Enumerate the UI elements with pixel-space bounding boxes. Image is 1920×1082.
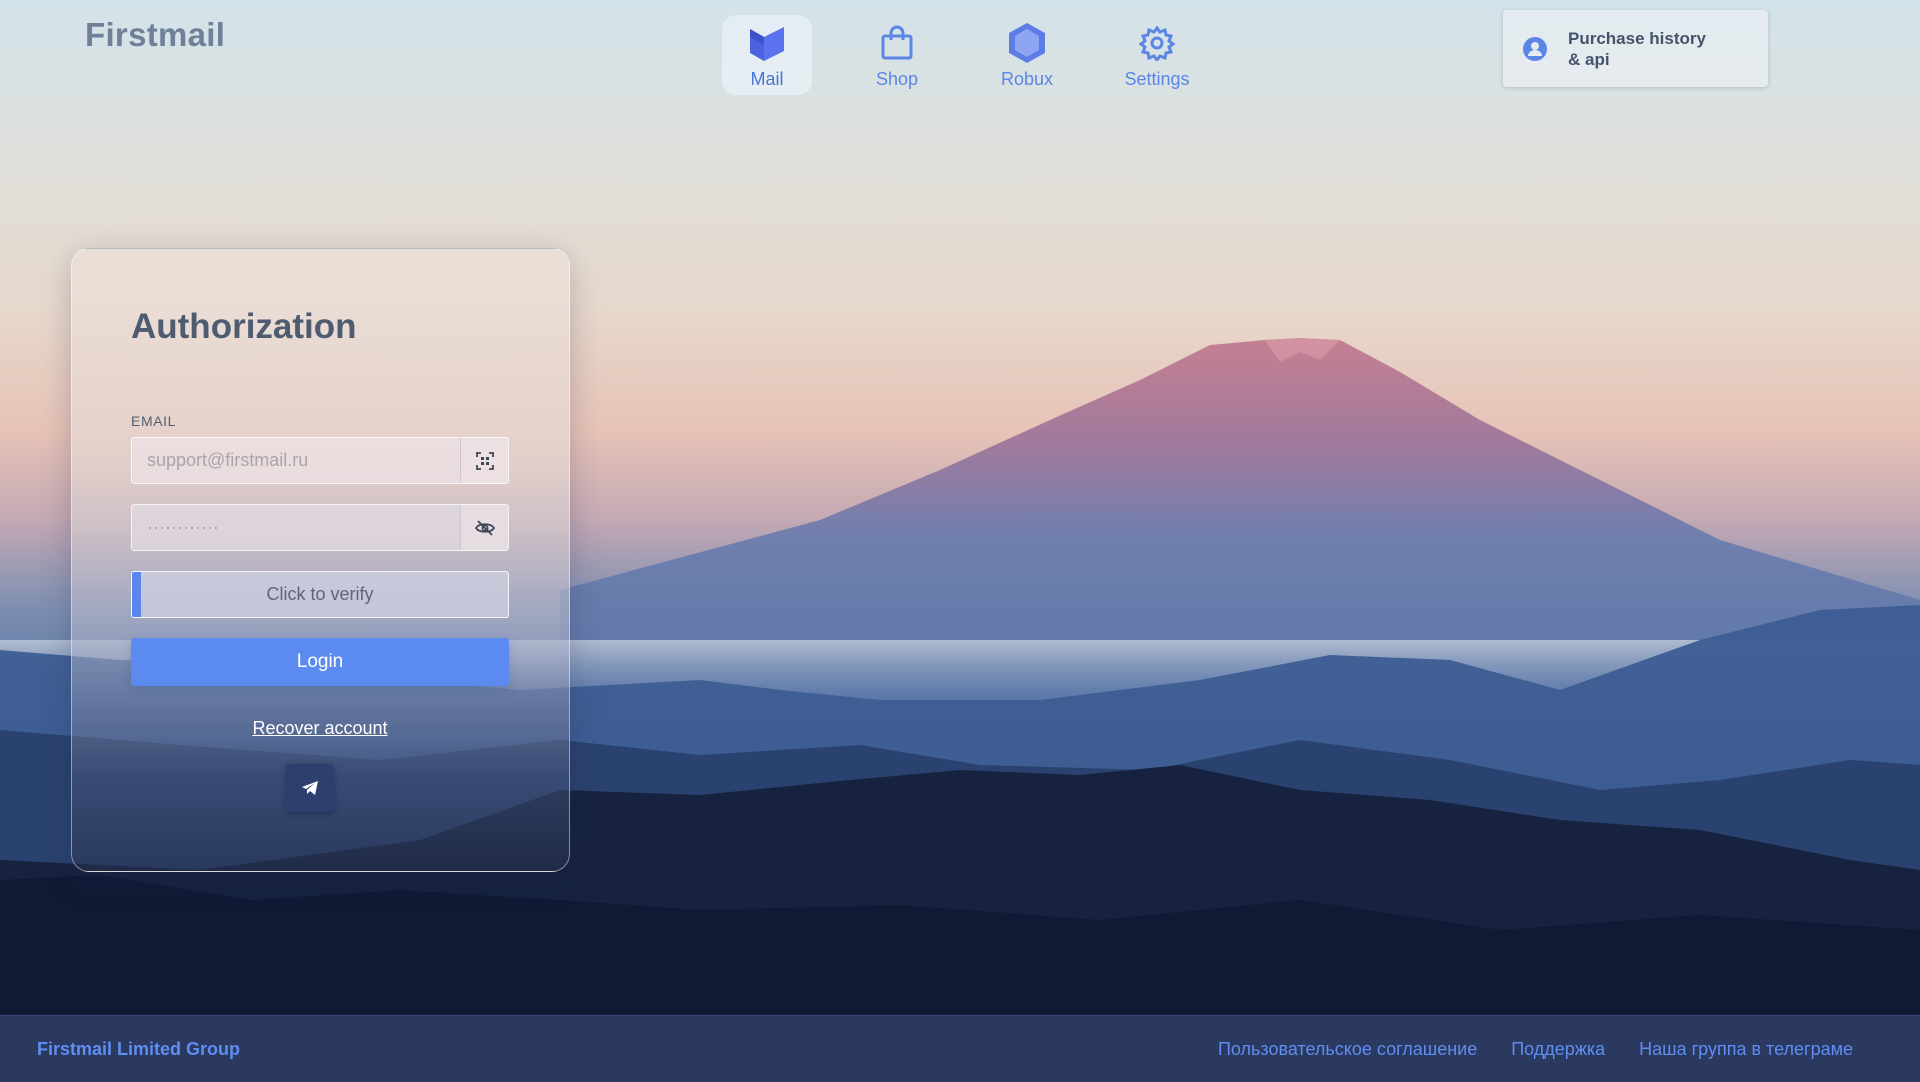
purchase-history-label: Purchase history & api: [1568, 28, 1706, 69]
telegram-icon: [301, 780, 319, 796]
captcha-verify-button[interactable]: Click to verify: [131, 571, 509, 618]
verify-label: Click to verify: [266, 584, 374, 604]
telegram-button[interactable]: [286, 764, 334, 812]
footer: Firstmail Limited Group Пользовательское…: [0, 1015, 1920, 1082]
qr-scan-icon[interactable]: [460, 438, 508, 483]
nav-item-mail[interactable]: Mail: [722, 15, 812, 95]
nav-label-robux: Robux: [1000, 69, 1054, 89]
recover-account-link[interactable]: Recover account: [131, 718, 509, 739]
footer-link-support[interactable]: Поддержка: [1511, 1039, 1605, 1060]
nav-item-robux[interactable]: Robux: [982, 15, 1072, 95]
nav-item-shop[interactable]: Shop: [852, 15, 942, 95]
footer-link-user-agreement[interactable]: Пользовательское соглашение: [1218, 1039, 1477, 1060]
mail-logo-icon: [745, 21, 789, 65]
user-circle-icon: [1520, 34, 1550, 64]
nav-label-mail: Mail: [750, 69, 784, 89]
footer-link-telegram-group[interactable]: Наша группа в телеграме: [1639, 1039, 1853, 1060]
verify-progress-bar: [132, 572, 141, 617]
main-nav: Mail Shop Robux Settings: [722, 15, 1202, 95]
footer-brand[interactable]: Firstmail Limited Group: [37, 1039, 240, 1060]
password-field[interactable]: [132, 505, 460, 550]
gear-icon: [1135, 21, 1179, 65]
email-field[interactable]: [132, 438, 460, 483]
purchase-history-button[interactable]: Purchase history & api: [1503, 10, 1768, 87]
shopping-bag-icon: [875, 21, 919, 65]
password-input-group: [131, 504, 509, 551]
hexagon-icon: [1005, 21, 1049, 65]
nav-label-settings: Settings: [1124, 69, 1190, 89]
page-title: Authorization: [131, 307, 357, 346]
email-label: EMAIL: [131, 413, 177, 429]
email-input-group: [131, 437, 509, 484]
eye-off-icon[interactable]: [460, 505, 508, 550]
brand-logo[interactable]: Firstmail: [85, 16, 225, 54]
authorization-card: Authorization EMAIL support@firstmail.ru…: [71, 248, 570, 872]
login-button[interactable]: Login: [131, 638, 509, 686]
nav-item-settings[interactable]: Settings: [1112, 15, 1202, 95]
nav-label-shop: Shop: [875, 69, 919, 89]
footer-links: Пользовательское соглашение Поддержка На…: [1184, 1039, 1853, 1060]
